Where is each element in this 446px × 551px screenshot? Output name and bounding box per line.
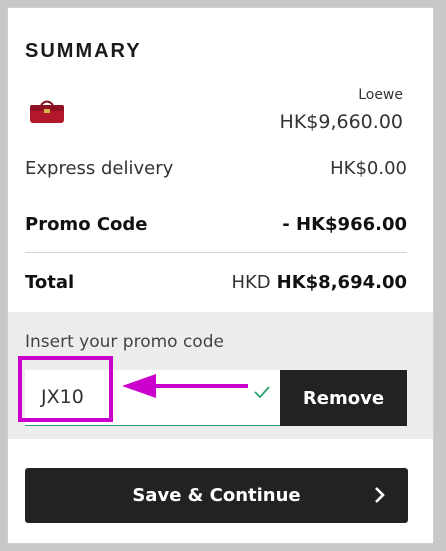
total-amount: HKD HK$8,694.00	[231, 272, 407, 293]
order-summary-panel: SUMMARY Loewe HK$9,660.00 Express delive…	[7, 7, 434, 544]
total-value: HK$8,694.00	[276, 271, 407, 293]
total-label: Total	[25, 271, 75, 293]
chevron-right-icon	[375, 487, 385, 503]
annotation-arrow-left-icon	[122, 374, 248, 398]
delivery-label: Express delivery	[25, 157, 174, 179]
check-icon	[254, 386, 270, 399]
summary-title: SUMMARY	[25, 40, 142, 62]
remove-promo-button[interactable]: Remove	[280, 370, 407, 426]
save-continue-button[interactable]: Save & Continue	[25, 468, 408, 523]
delivery-row: Express delivery HK$0.00	[25, 140, 407, 196]
total-row: Total HKD HK$8,694.00	[25, 254, 407, 310]
promo-discount-row: Promo Code - HK$966.00	[25, 196, 407, 253]
red-handbag-icon	[30, 100, 64, 123]
item-brand: Loewe	[358, 87, 403, 103]
save-continue-label: Save & Continue	[132, 485, 301, 506]
total-currency: HKD	[231, 271, 271, 293]
promo-code-label: Insert your promo code	[25, 332, 224, 352]
delivery-value: HK$0.00	[330, 157, 407, 179]
promo-highlight-box	[18, 356, 113, 422]
item-price: HK$9,660.00	[279, 111, 403, 133]
promo-discount-value: - HK$966.00	[282, 213, 407, 235]
promo-discount-label: Promo Code	[25, 213, 148, 235]
